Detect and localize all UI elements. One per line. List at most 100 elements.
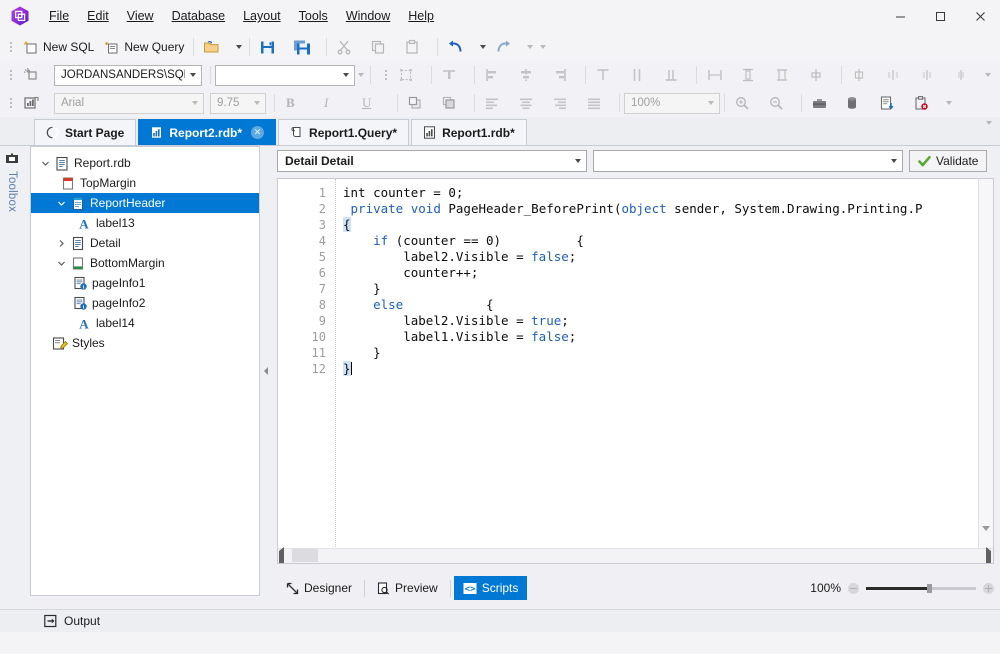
align-right-icon[interactable] — [547, 63, 581, 87]
align-text-top-icon[interactable] — [590, 63, 624, 87]
zoom-in-icon[interactable] — [729, 91, 763, 115]
make-same-size-icon[interactable] — [769, 63, 803, 87]
tab-report1[interactable]: Report1.rdb* — [411, 119, 527, 145]
code-line[interactable]: } — [343, 281, 979, 297]
code-editor[interactable]: 1 2 3 4 5 6 7 8 9 10 11 12 int counter = 0; private… — [277, 178, 994, 564]
size-to-grid-icon[interactable] — [803, 63, 837, 87]
code-line[interactable]: if (counter == 0) { — [343, 233, 979, 249]
zoom-slider-handle[interactable] — [926, 583, 932, 593]
open-folder-icon[interactable] — [198, 35, 232, 59]
tree-item-report-rdb[interactable]: Report.rdb — [31, 153, 259, 173]
align-bottom-icon[interactable] — [658, 63, 692, 87]
align-middle-icon[interactable] — [624, 63, 658, 87]
code-line[interactable]: label1.Visible = false; — [343, 329, 979, 345]
chevron-down-icon[interactable] — [187, 101, 203, 105]
twisty-right-icon[interactable] — [53, 233, 69, 253]
chevron-down-icon[interactable] — [338, 73, 354, 77]
menu-view[interactable]: View — [118, 0, 163, 32]
redo-icon[interactable] — [489, 35, 523, 59]
zoom-slider[interactable] — [866, 583, 976, 593]
toolbar-grip[interactable] — [6, 94, 16, 112]
format-toolbar-overflow-button[interactable] — [942, 91, 955, 115]
editor-vertical-scrollbar[interactable] — [978, 179, 993, 549]
text-align-right-icon[interactable] — [547, 91, 581, 115]
copy-icon[interactable] — [365, 35, 399, 59]
menu-edit[interactable]: Edit — [78, 0, 118, 32]
scroll-left-button[interactable] — [279, 547, 284, 563]
menu-layout[interactable]: Layout — [234, 0, 290, 32]
tree-item-bottommargin[interactable]: BottomMargin — [31, 253, 259, 273]
select-all-icon[interactable] — [393, 63, 427, 87]
connection-icon[interactable] — [18, 63, 52, 87]
text-align-left-icon[interactable] — [479, 91, 513, 115]
bring-to-front-icon[interactable] — [402, 91, 436, 115]
align-center-icon[interactable] — [513, 63, 547, 87]
make-same-width-icon[interactable] — [701, 63, 735, 87]
tab-close-icon[interactable]: ✕ — [251, 126, 265, 139]
align-left-icon[interactable] — [479, 63, 513, 87]
tree-item-detail[interactable]: Detail — [31, 233, 259, 253]
undo-icon[interactable] — [442, 35, 476, 59]
close-button[interactable] — [960, 0, 1000, 32]
code-line[interactable]: } — [343, 345, 979, 361]
layout-toolbar-overflow-button[interactable] — [982, 63, 994, 87]
tab-scripts[interactable]: <> Scripts — [453, 576, 528, 600]
chevron-down-icon[interactable] — [249, 101, 265, 105]
tree-item-pageinfo1[interactable]: i pageInfo1 — [31, 273, 259, 293]
chevron-down-icon[interactable] — [885, 159, 902, 163]
h-spacing-increase-icon[interactable] — [880, 63, 914, 87]
toolbar-grip[interactable] — [6, 38, 16, 56]
code-line[interactable]: else { — [343, 297, 979, 313]
tree-item-label14[interactable]: A label14 — [31, 313, 259, 333]
scroll-right-button[interactable] — [986, 547, 991, 563]
cut-icon[interactable] — [331, 35, 365, 59]
connection-combo[interactable]: JORDANSANDERS\SQL... — [54, 64, 202, 86]
tab-preview[interactable]: Preview — [368, 576, 447, 600]
code-text-area[interactable]: int counter = 0; private void PageHeader… — [336, 179, 979, 549]
panel-splitter[interactable] — [261, 146, 271, 596]
h-spacing-decrease-icon[interactable] — [914, 63, 948, 87]
code-line[interactable]: int counter = 0; — [343, 185, 979, 201]
tree-item-reportheader[interactable]: ReportHeader — [31, 193, 259, 213]
undo-dropdown-button[interactable] — [476, 35, 489, 59]
report-settings-icon[interactable] — [18, 91, 52, 115]
toolbox-icon[interactable] — [806, 91, 840, 115]
event-combo[interactable] — [593, 150, 903, 172]
toolbar-overflow-button[interactable] — [536, 35, 549, 59]
h-scroll-thumb[interactable] — [292, 549, 318, 562]
text-align-justify-icon[interactable] — [581, 91, 615, 115]
zoom-combo[interactable]: 100% — [624, 92, 720, 114]
send-to-back-icon[interactable] — [436, 91, 470, 115]
align-top-icon[interactable] — [436, 63, 470, 87]
paste-icon[interactable] — [399, 35, 433, 59]
dataset-combo[interactable] — [215, 64, 355, 86]
twisty-down-icon[interactable] — [53, 193, 69, 213]
new-query-button[interactable]: New Query — [99, 35, 189, 59]
code-line[interactable]: label2.Visible = true; — [343, 313, 979, 329]
chevron-down-icon[interactable] — [703, 101, 719, 105]
report-wizard-icon[interactable] — [874, 91, 908, 115]
h-spacing-remove-icon[interactable] — [948, 63, 982, 87]
tab-overflow-button[interactable] — [986, 121, 992, 139]
zoom-out-icon[interactable] — [848, 582, 859, 594]
minimize-button[interactable] — [880, 0, 920, 32]
tab-report2[interactable]: Report2.rdb* ✕ — [138, 119, 277, 145]
tab-report1-query[interactable]: Report1.Query* — [278, 119, 410, 145]
underline-button[interactable]: U — [355, 91, 393, 115]
save-icon[interactable] — [254, 35, 288, 59]
open-dropdown-button[interactable] — [232, 35, 245, 59]
menu-database[interactable]: Database — [163, 0, 235, 32]
make-same-height-icon[interactable] — [735, 63, 769, 87]
font-size-combo[interactable]: 9.75 — [210, 92, 266, 114]
data-icon[interactable] — [840, 91, 874, 115]
scope-combo[interactable]: Detail Detail — [277, 150, 587, 172]
chevron-down-icon[interactable] — [569, 159, 586, 163]
scroll-down-button[interactable] — [979, 521, 993, 535]
menu-help[interactable]: Help — [399, 0, 443, 32]
save-all-icon[interactable] — [288, 35, 322, 59]
tab-start-page[interactable]: Start Page — [34, 119, 137, 145]
h-spacing-equal-icon[interactable] — [846, 63, 880, 87]
twisty-down-icon[interactable] — [37, 153, 53, 173]
editor-horizontal-scrollbar[interactable] — [278, 547, 993, 563]
report-explorer-tree[interactable]: Report.rdb TopMargin ReportHeader A labe… — [30, 146, 260, 596]
